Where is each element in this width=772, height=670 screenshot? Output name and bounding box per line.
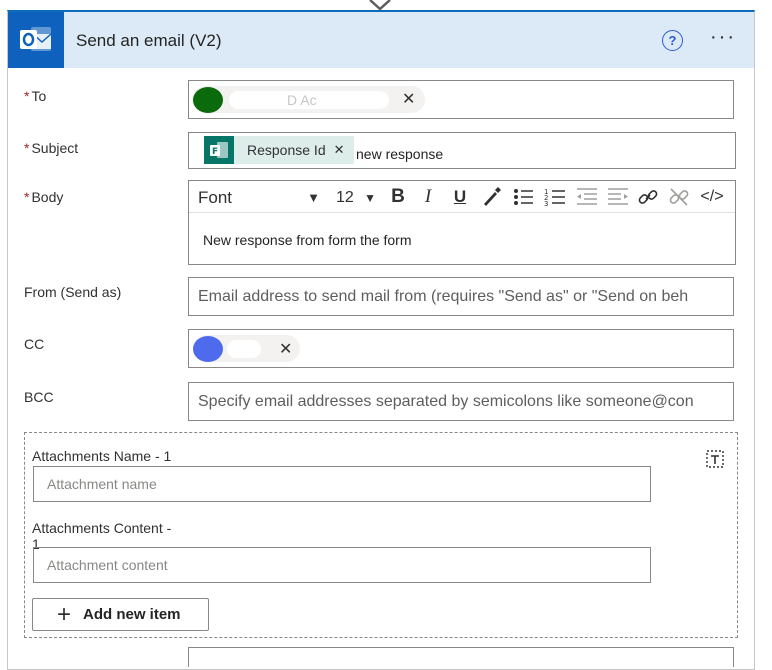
unlink-icon[interactable] <box>668 186 690 208</box>
remove-token-icon[interactable]: ✕ <box>334 142 345 158</box>
remove-to-recipient-icon[interactable]: ✕ <box>402 89 415 109</box>
to-label: * To <box>24 88 47 104</box>
link-icon[interactable] <box>637 186 659 208</box>
recipient-avatar <box>193 86 223 113</box>
outlook-logo-icon <box>8 12 64 68</box>
response-id-token-label: Response Id <box>247 142 326 158</box>
from-placeholder: Email address to send mail from (require… <box>198 288 689 305</box>
increase-indent-icon[interactable] <box>606 186 630 208</box>
to-recipient-chip: D Ac <box>192 86 425 113</box>
attachments-name-label: Attachments Name - 1 <box>32 448 172 464</box>
subject-text[interactable]: new response <box>356 146 443 162</box>
font-size-value: 12 <box>336 188 354 206</box>
remove-cc-recipient-icon[interactable]: ✕ <box>279 339 292 359</box>
decrease-indent-icon[interactable] <box>575 186 599 208</box>
from-field[interactable]: Email address to send mail from (require… <box>188 277 734 316</box>
code-view-icon[interactable]: </> <box>698 185 726 209</box>
attachment-content-input[interactable]: Attachment content <box>33 547 651 583</box>
attachment-content-placeholder: Attachment content <box>47 557 168 573</box>
attachment-name-input[interactable]: Attachment name <box>33 466 651 502</box>
bold-icon[interactable]: B <box>386 185 410 209</box>
forms-icon: F <box>204 136 234 164</box>
help-icon[interactable]: ? <box>662 30 683 51</box>
font-dropdown-value: Font <box>198 187 233 207</box>
switch-to-text-mode-icon[interactable] <box>704 448 726 470</box>
recipient-avatar <box>193 335 223 362</box>
bulleted-list-icon[interactable] <box>512 186 534 208</box>
from-label: From (Send as) <box>24 284 122 300</box>
recipient-name: D Ac <box>287 91 317 108</box>
subject-label: * Subject <box>24 140 79 156</box>
svg-text:F: F <box>212 147 218 157</box>
card-title[interactable]: Send an email (V2) <box>76 31 222 51</box>
body-label: * Body <box>24 189 64 205</box>
bcc-label: BCC <box>24 389 54 405</box>
cc-label: CC <box>24 336 45 352</box>
add-new-item-label: Add new item <box>83 606 181 623</box>
attachment-name-placeholder: Attachment name <box>47 476 157 492</box>
numbered-list-icon[interactable]: 123 <box>544 186 566 208</box>
bcc-field[interactable]: Specify email addresses separated by sem… <box>188 382 734 421</box>
font-size-dropdown[interactable]: 12 ▼ <box>332 184 380 211</box>
chevron-down-icon: ▼ <box>364 190 376 205</box>
font-dropdown[interactable]: Font ▼ <box>192 184 326 211</box>
bcc-placeholder: Specify email addresses separated by sem… <box>198 393 694 410</box>
plus-icon: + <box>57 600 72 628</box>
underline-icon[interactable]: U <box>448 185 472 209</box>
italic-icon[interactable]: I <box>416 185 440 209</box>
body-content[interactable]: New response from form the form <box>203 232 412 248</box>
font-color-icon[interactable] <box>480 186 502 208</box>
response-id-token[interactable]: F Response Id ✕ <box>204 136 354 164</box>
svg-text:3: 3 <box>544 200 548 208</box>
add-new-item-button[interactable]: + Add new item <box>32 598 209 631</box>
next-field[interactable] <box>188 647 734 667</box>
more-options-icon[interactable]: ··· <box>710 26 736 49</box>
chevron-down-icon: ▼ <box>307 190 320 205</box>
